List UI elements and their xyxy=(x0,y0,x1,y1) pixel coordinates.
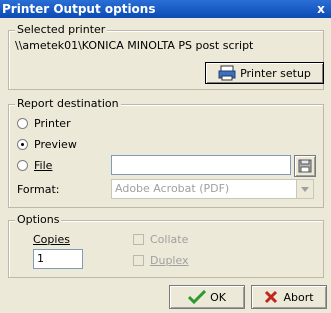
selected-printer-group: Selected printer \\ametek01\KONICA MINOL… xyxy=(8,23,324,90)
report-destination-group: Report destination Printer Preview File … xyxy=(8,97,324,208)
printer-output-dialog: Printer Output options x Selected printe… xyxy=(0,0,331,313)
copies-label: Copies xyxy=(33,233,70,246)
collate-checkbox-box xyxy=(133,234,144,245)
radio-printer[interactable]: Printer xyxy=(17,117,71,130)
printer-setup-button[interactable]: Printer setup xyxy=(205,62,324,84)
options-legend: Options xyxy=(15,213,62,226)
ok-button[interactable]: OK xyxy=(169,285,245,309)
duplex-checkbox[interactable]: Duplex xyxy=(133,254,189,267)
radio-file-indicator xyxy=(17,160,28,171)
radio-printer-label: Printer xyxy=(34,117,71,130)
format-select[interactable]: Adobe Acrobat (PDF) xyxy=(111,179,314,199)
abort-x-icon xyxy=(265,290,278,304)
file-path-input[interactable] xyxy=(111,155,291,175)
abort-button[interactable]: Abort xyxy=(251,285,327,309)
format-label: Format: xyxy=(17,183,60,196)
report-destination-legend: Report destination xyxy=(15,97,121,110)
selected-printer-legend: Selected printer xyxy=(15,23,108,36)
window-title: Printer Output options xyxy=(2,2,156,16)
radio-file[interactable]: File xyxy=(17,159,52,172)
printer-icon xyxy=(218,65,236,81)
abort-label: Abort xyxy=(283,290,314,304)
radio-file-label: File xyxy=(34,159,53,172)
title-bar: Printer Output options x xyxy=(0,0,331,18)
printer-name: \\ametek01\KONICA MINOLTA PS post script xyxy=(15,39,254,52)
radio-preview[interactable]: Preview xyxy=(17,138,77,151)
collate-label: Collate xyxy=(150,233,189,246)
duplex-label: Duplex xyxy=(150,254,189,267)
format-select-value: Adobe Acrobat (PDF) xyxy=(115,182,230,195)
floppy-disk-icon xyxy=(298,159,312,173)
chevron-down-icon xyxy=(296,180,313,198)
checkmark-icon xyxy=(188,290,207,304)
browse-file-button[interactable] xyxy=(294,155,316,177)
options-group: Options Copies 1 Collate Duplex xyxy=(8,213,324,278)
close-icon[interactable]: x xyxy=(314,2,328,16)
ok-label: OK xyxy=(210,290,226,304)
printer-setup-label: Printer setup xyxy=(240,66,311,80)
copies-input[interactable]: 1 xyxy=(33,249,83,269)
radio-printer-indicator xyxy=(17,118,28,129)
duplex-checkbox-box xyxy=(133,255,144,266)
radio-preview-indicator xyxy=(17,139,28,150)
collate-checkbox[interactable]: Collate xyxy=(133,233,188,246)
radio-preview-label: Preview xyxy=(34,138,77,151)
